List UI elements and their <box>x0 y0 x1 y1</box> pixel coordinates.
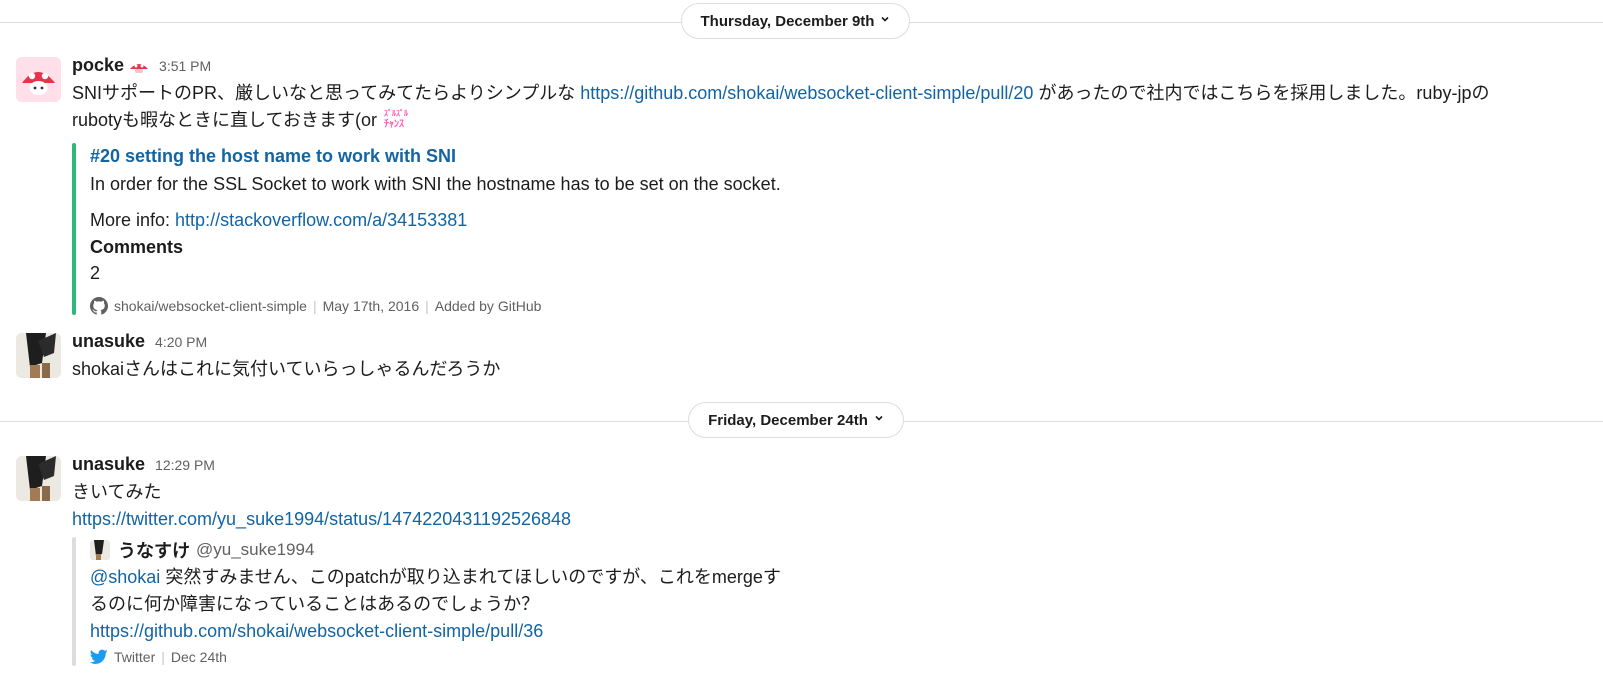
tweet-text-part: 突然すみません、このpatchが取り込まれてほしいのですが、これをmergeす <box>160 567 781 587</box>
tweet-link[interactable]: https://twitter.com/yu_suke1994/status/1… <box>72 509 571 529</box>
avatar[interactable] <box>16 456 61 501</box>
message-header: pocke 3:51 PM <box>72 55 1583 79</box>
date-divider-label: Thursday, December 9th <box>700 12 875 30</box>
message-text-part: があったので社内ではこちらを採用しました。ruby-jpの <box>1033 83 1490 103</box>
link-unfurl-attachment: #20 setting the host name to work with S… <box>72 143 1583 315</box>
date-divider: Friday, December 24th <box>0 402 1603 440</box>
tweet-pull-request-link[interactable]: https://github.com/shokai/websocket-clie… <box>90 621 543 641</box>
avatar[interactable] <box>16 57 61 102</box>
date-divider: Thursday, December 9th <box>0 3 1603 41</box>
message-text-part: rubotyも暇なときに直しておきます(or <box>72 110 377 130</box>
tweet-author-avatar[interactable] <box>90 540 110 560</box>
message-link-line: https://twitter.com/yu_suke1994/status/1… <box>72 506 1583 533</box>
more-info-label: More info: <box>90 210 176 230</box>
zuruzuru-chance-emoji: ｽﾞﾙｽﾞﾙ ﾁｬﾝｽ <box>382 107 410 130</box>
message-text: shokaiさんはこれに気付いていらっしゃるんだろうか <box>72 359 501 379</box>
mention-link[interactable]: @shokai <box>90 567 160 587</box>
tweet-unfurl-attachment: うなすけ @yu_suke1994 @shokai 突然すみません、このpatc… <box>72 537 1583 666</box>
message-header: unasuke 12:29 PM <box>72 454 1583 478</box>
footer-repo[interactable]: shokai/websocket-client-simple <box>114 298 307 314</box>
attachment-more-info: More info: http://stackoverflow.com/a/34… <box>90 207 1583 234</box>
author-name[interactable]: unasuke <box>72 331 145 352</box>
footer-date: May 17th, 2016 <box>322 298 420 314</box>
timestamp[interactable]: 3:51 PM <box>159 58 211 74</box>
date-divider-button[interactable]: Friday, December 24th <box>688 402 904 438</box>
author-name[interactable]: unasuke <box>72 454 145 475</box>
attachment-color-bar <box>72 537 76 666</box>
tweet-display-name[interactable]: うなすけ <box>118 537 190 563</box>
footer-separator: | <box>312 298 317 314</box>
svg-text:ﾁｬﾝｽ: ﾁｬﾝｽ <box>384 118 404 129</box>
attachment-title-link[interactable]: #20 setting the host name to work with S… <box>90 146 456 166</box>
more-info-link[interactable]: http://stackoverflow.com/a/34153381 <box>175 210 467 230</box>
tweet-text: @shokai 突然すみません、このpatchが取り込まれてほしいのですが、これ… <box>90 564 1583 645</box>
chevron-down-icon <box>874 413 884 426</box>
footer-service[interactable]: Twitter <box>114 649 155 665</box>
tweet-handle[interactable]: @yu_suke1994 <box>196 540 314 560</box>
message-text-part: SNIサポートのPR、厳しいなと思ってみてたらよりシンプルな <box>72 83 581 103</box>
tweet-text-part: るのに何か障害になっていることはあるのでしょうか？ <box>90 594 540 614</box>
footer-date[interactable]: Dec 24th <box>171 649 227 665</box>
footer-separator: | <box>425 298 429 314</box>
message-text: きいてみた <box>72 482 162 502</box>
github-icon <box>90 297 108 315</box>
footer-added-by: Added by GitHub <box>434 298 542 314</box>
attachment-text: In order for the SSL Socket to work with… <box>90 174 781 194</box>
mushroom-status-icon <box>129 60 149 74</box>
avatar[interactable] <box>16 333 61 378</box>
svg-text:ｽﾞﾙｽﾞﾙ: ｽﾞﾙｽﾞﾙ <box>384 108 409 118</box>
date-divider-label: Friday, December 24th <box>708 411 868 429</box>
attachment-color-bar <box>72 143 76 315</box>
chevron-down-icon <box>880 14 890 27</box>
tweet-footer: Twitter | Dec 24th <box>90 648 1583 666</box>
field-title: Comments <box>90 237 184 257</box>
message-header: unasuke 4:20 PM <box>72 331 1583 355</box>
pull-request-link[interactable]: https://github.com/shokai/websocket-clie… <box>580 83 1033 103</box>
field-value: 2 <box>90 263 101 283</box>
date-divider-button[interactable]: Thursday, December 9th <box>681 3 910 39</box>
footer-separator: | <box>161 649 165 665</box>
timestamp[interactable]: 4:20 PM <box>155 334 207 350</box>
message-text: SNIサポートのPR、厳しいなと思ってみてたらよりシンプルな https://g… <box>72 80 1583 134</box>
timestamp[interactable]: 12:29 PM <box>155 457 215 473</box>
author-name[interactable]: pocke <box>72 55 124 76</box>
attachment-footer: shokai/websocket-client-simple | May 17t… <box>90 297 1583 315</box>
twitter-icon <box>90 648 108 666</box>
tweet-author-row: うなすけ @yu_suke1994 <box>90 537 1583 563</box>
